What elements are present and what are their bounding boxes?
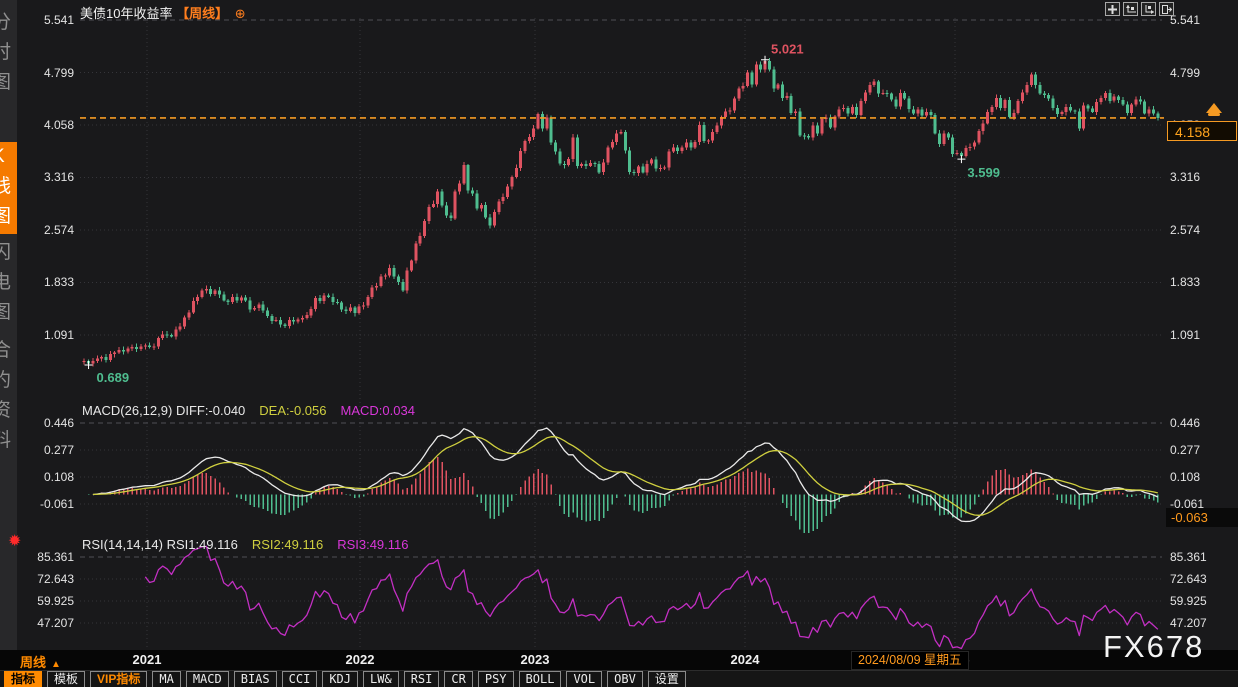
tab-cci[interactable]: CCI: [282, 671, 318, 687]
rsi-y-tick-right: 72.643: [1170, 571, 1207, 587]
sidebar-item-contract-info[interactable]: 合 约 资 料: [0, 336, 17, 458]
chart-type-sidebar: 分 时 图 K 线 图闪 电 图合 约 资 料: [0, 0, 17, 650]
x-scale-tool-icon[interactable]: [1141, 2, 1156, 16]
macd-header: MACD(26,12,9) DIFF:-0.040 DEA:-0.056 MACD:…: [82, 403, 415, 418]
y-scale-tool-icon[interactable]: [1123, 2, 1138, 16]
cursor-date-label: 2024/08/09 星期五: [851, 651, 969, 670]
tab-boll[interactable]: BOLL: [519, 671, 562, 687]
x-axis-year-label: 2024: [731, 652, 760, 667]
tab-ma[interactable]: MA: [152, 671, 180, 687]
chevron-up-icon: ▲: [51, 659, 61, 670]
main-y-tick-right: 1.091: [1170, 327, 1200, 343]
x-axis-strip: 周线▲ 202120222023202420252024/08/09 星期五: [0, 650, 1238, 670]
jump-to-latest-icon[interactable]: [1206, 103, 1222, 113]
macd-y-tick-right: 0.108: [1170, 469, 1200, 485]
tab-template[interactable]: 模板: [47, 671, 85, 687]
tab-cr[interactable]: CR: [444, 671, 472, 687]
rsi-y-tick-left: 47.207: [16, 615, 74, 631]
rsi-y-tick-left: 72.643: [16, 571, 74, 587]
macd-y-tick-left: 0.108: [16, 469, 74, 485]
main-y-tick-left: 5.541: [16, 12, 74, 28]
x-axis-year-label: 2022: [346, 652, 375, 667]
period-selector[interactable]: 周线▲: [20, 652, 61, 671]
main-y-tick-right: 4.799: [1170, 65, 1200, 81]
rsi3-value: RSI3:49.116: [337, 537, 408, 552]
sidebar-item-tick[interactable]: 闪 电 图: [0, 238, 17, 330]
tab-indicator[interactable]: 指标: [4, 671, 42, 687]
candlestick-series: [83, 58, 1160, 367]
rsi-header: RSI(14,14,14) RSI1:49.116 RSI2:49.116 RSI3…: [82, 537, 409, 552]
sidebar-item-label: K 线 图: [0, 142, 14, 232]
tab-bias[interactable]: BIAS: [234, 671, 277, 687]
macd-diff-line: [93, 428, 1158, 522]
rsi-y-tick-left: 59.925: [16, 593, 74, 609]
trading-app-window: 5.021 0.689 3.599 分 时 图 K 线 图闪 电 图合 约 资 料 美…: [0, 0, 1238, 687]
macd-y-tick-right: 0.446: [1170, 415, 1200, 431]
macd-dea-value: DEA:-0.056: [259, 403, 326, 418]
sidebar-item-label: 闪 电 图: [0, 238, 14, 328]
main-y-tick-left: 4.799: [16, 65, 74, 81]
alert-burst-icon: ✹: [8, 531, 21, 551]
rsi-y-tick-right: 59.925: [1170, 593, 1207, 609]
rsi-y-tick-left: 85.361: [16, 549, 74, 565]
main-y-tick-left: 3.316: [16, 169, 74, 185]
sidebar-item-label: 分 时 图: [0, 8, 14, 98]
zoom-in-icon[interactable]: ⊕: [235, 6, 246, 21]
tab-obv[interactable]: OBV: [607, 671, 643, 687]
main-y-tick-right: 1.833: [1170, 274, 1200, 290]
chart-toolbar: [1105, 2, 1174, 16]
macd-y-tick-left: 0.446: [16, 415, 74, 431]
tab-macd[interactable]: MACD: [186, 671, 229, 687]
rsi-y-tick-right: 85.361: [1170, 549, 1207, 565]
tab-rsi[interactable]: RSI: [404, 671, 440, 687]
chart-title: 美债10年收益率 【周线】 ⊕: [80, 3, 246, 22]
main-y-tick-left: 4.058: [16, 117, 74, 133]
main-y-tick-right: 2.574: [1170, 222, 1200, 238]
macd-y-tick-left: -0.061: [16, 496, 74, 512]
instrument-name: 美债10年收益率: [80, 6, 172, 21]
indicator-toolbar: 指标模板 VIP指标 MA MACD BIAS CCIKDJ LW&RSICR PSY BOLL…: [0, 670, 1238, 687]
macd-name-and-diff: MACD(26,12,9) DIFF:-0.040: [82, 403, 245, 418]
sidebar-item-kline[interactable]: K 线 图: [0, 142, 17, 234]
main-y-tick-right: 5.541: [1170, 12, 1200, 28]
rsi-name-and-rsi1: RSI(14,14,14) RSI1:49.116: [82, 537, 238, 552]
main-y-tick-left: 1.833: [16, 274, 74, 290]
macd-last-value-tag: -0.063: [1166, 508, 1238, 527]
macd-macd-value: MACD:0.034: [341, 403, 415, 418]
svg-text:3.599: 3.599: [967, 165, 1000, 180]
main-y-tick-left: 2.574: [16, 222, 74, 238]
svg-text:0.689: 0.689: [97, 370, 130, 385]
tab-lwr[interactable]: LW&: [363, 671, 399, 687]
rsi2-value: RSI2:49.116: [252, 537, 323, 552]
tab-kdj[interactable]: KDJ: [322, 671, 358, 687]
x-axis-year-label: 2023: [521, 652, 550, 667]
svg-text:5.021: 5.021: [771, 42, 804, 57]
macd-y-tick-left: 0.277: [16, 442, 74, 458]
sidebar-item-timeshare[interactable]: 分 时 图: [0, 8, 17, 120]
sidebar-item-label: 合 约 资 料: [0, 336, 14, 456]
pane-expand-tool-icon[interactable]: [1159, 2, 1174, 16]
tab-psy[interactable]: PSY: [478, 671, 514, 687]
period-badge: 【周线】: [176, 6, 228, 21]
tab-vip-indicator[interactable]: VIP指标: [90, 671, 147, 687]
last-price-tag: 4.158: [1167, 121, 1237, 141]
main-y-tick-right: 3.316: [1170, 169, 1200, 185]
tab-vol[interactable]: VOL: [566, 671, 602, 687]
rsi-line: [145, 546, 1158, 648]
x-axis-year-label: 2021: [133, 652, 162, 667]
tab-settings[interactable]: 设置: [648, 671, 686, 687]
main-y-tick-left: 1.091: [16, 327, 74, 343]
macd-y-tick-right: 0.277: [1170, 442, 1200, 458]
rsi-y-tick-right: 47.207: [1170, 615, 1207, 631]
pan-tool-icon[interactable]: [1105, 2, 1120, 16]
chart-canvas[interactable]: 5.021 0.689 3.599: [0, 0, 1238, 687]
